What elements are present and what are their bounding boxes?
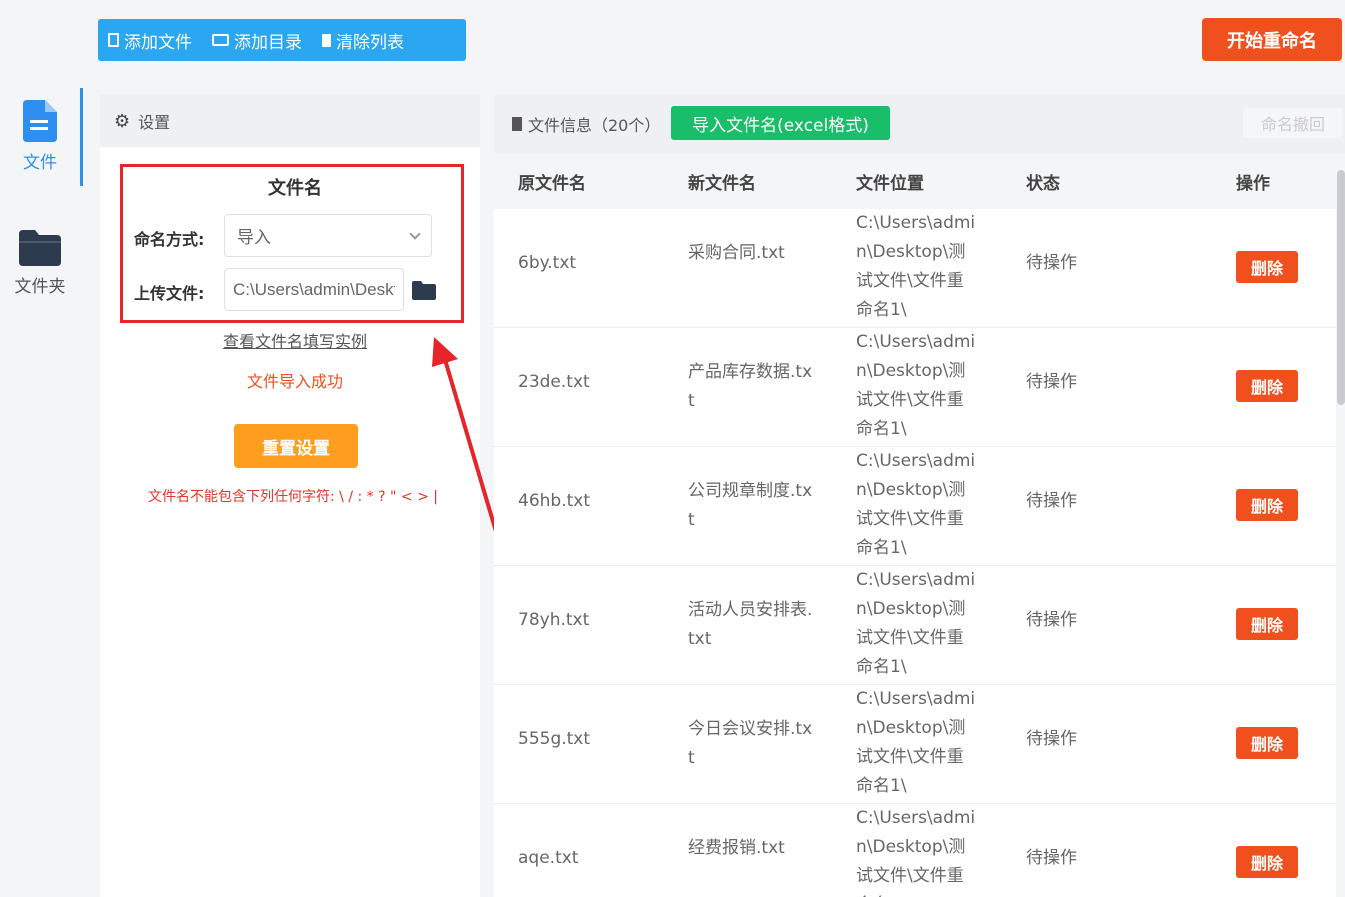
column-header-status: 状态 xyxy=(1026,174,1060,194)
naming-mode-value: 导入 xyxy=(237,228,271,248)
original-filename: 78yh.txt xyxy=(518,610,590,630)
document-icon xyxy=(512,117,522,131)
delete-button[interactable]: 删除 xyxy=(1236,727,1298,759)
file-location: C:\Users\admin\Desktop\测试文件\文件重命名1\ xyxy=(856,332,976,439)
toolbar-button-group: 添加文件 添加目录 清除列表 xyxy=(98,19,466,61)
original-filename: 6by.txt xyxy=(518,253,577,273)
delete-button[interactable]: 删除 xyxy=(1236,489,1298,521)
file-icon xyxy=(108,33,119,47)
file-info-label: 文件信息（20个） xyxy=(512,112,660,136)
table-row: 78yh.txt 活动人员安排表.txt C:\Users\admin\Desk… xyxy=(494,566,1336,685)
settings-header: ⚙ 设置 xyxy=(100,95,480,147)
upload-file-label: 上传文件: xyxy=(134,284,205,303)
example-link[interactable]: 查看文件名填写实例 xyxy=(120,328,470,352)
table-row: 46hb.txt 公司规章制度.txt C:\Users\admin\Deskt… xyxy=(494,447,1336,566)
file-location: C:\Users\admin\Desktop\测试文件\文件重命名1\ xyxy=(856,213,976,320)
delete-button[interactable]: 删除 xyxy=(1236,846,1298,878)
delete-button[interactable]: 删除 xyxy=(1236,608,1298,640)
clear-list-button[interactable]: 清除列表 xyxy=(322,28,404,53)
delete-button[interactable]: 删除 xyxy=(1236,370,1298,402)
start-rename-button[interactable]: 开始重命名 xyxy=(1202,18,1342,61)
folder-icon xyxy=(212,34,229,46)
nav-active-indicator xyxy=(80,88,83,186)
nav-item-files[interactable]: 文件 xyxy=(0,100,80,173)
settings-title: 设置 xyxy=(138,113,171,132)
new-filename: 今日会议安排.txt xyxy=(688,719,813,768)
table-row: 555g.txt 今日会议安排.txt C:\Users\admin\Deskt… xyxy=(494,685,1336,804)
add-file-button[interactable]: 添加文件 xyxy=(108,28,192,53)
file-location: C:\Users\admin\Desktop\测试文件\文件重命名1\ xyxy=(856,808,976,897)
table-scrollbar[interactable] xyxy=(1337,170,1345,405)
chevron-down-icon xyxy=(409,227,421,240)
table-row: aqe.txt 经费报销.txt C:\Users\admin\Desktop\… xyxy=(494,804,1336,897)
nav-item-folders[interactable]: 文件夹 xyxy=(0,228,80,297)
clear-list-label: 清除列表 xyxy=(336,32,404,53)
status-text: 待操作 xyxy=(1026,491,1077,511)
column-header-original: 原文件名 xyxy=(518,174,586,194)
folder-icon xyxy=(19,230,61,266)
status-text: 待操作 xyxy=(1026,253,1077,273)
status-text: 待操作 xyxy=(1026,729,1077,749)
add-file-label: 添加文件 xyxy=(124,32,192,53)
gear-icon: ⚙ xyxy=(114,110,131,132)
naming-mode-label: 命名方式: xyxy=(134,230,205,249)
status-text: 待操作 xyxy=(1026,610,1077,630)
column-header-location: 文件位置 xyxy=(856,174,924,194)
original-filename: 555g.txt xyxy=(518,729,591,749)
reset-settings-button[interactable]: 重置设置 xyxy=(234,424,358,468)
file-table: 原文件名 新文件名 文件位置 状态 操作 6by.txt 采购合同.txt C:… xyxy=(494,153,1336,897)
undo-rename-button[interactable]: 命名撤回 xyxy=(1243,108,1343,138)
file-info-text: 文件信息（20个） xyxy=(528,116,661,135)
table-header: 原文件名 新文件名 文件位置 状态 操作 xyxy=(494,153,1336,209)
column-header-action: 操作 xyxy=(1236,174,1270,194)
original-filename: 23de.txt xyxy=(518,372,590,392)
status-text: 待操作 xyxy=(1026,372,1077,392)
new-filename: 经费报销.txt xyxy=(688,838,785,858)
browse-folder-icon[interactable] xyxy=(412,280,436,300)
status-text: 待操作 xyxy=(1026,848,1077,868)
upload-file-input[interactable] xyxy=(224,268,404,311)
new-filename: 公司规章制度.txt xyxy=(688,481,813,530)
nav-files-label: 文件 xyxy=(23,153,57,173)
table-row: 6by.txt 采购合同.txt C:\Users\admin\Desktop\… xyxy=(494,209,1336,328)
nav-folders-label: 文件夹 xyxy=(14,277,66,297)
new-filename: 活动人员安排表.txt xyxy=(688,600,813,649)
add-directory-label: 添加目录 xyxy=(234,32,302,53)
new-filename: 采购合同.txt xyxy=(688,243,785,263)
import-filenames-button[interactable]: 导入文件名(excel格式) xyxy=(671,106,890,140)
original-filename: aqe.txt xyxy=(518,848,579,868)
new-filename: 产品库存数据.txt xyxy=(688,362,813,411)
trash-icon xyxy=(322,33,331,47)
naming-mode-select[interactable]: 导入 xyxy=(224,214,432,257)
column-header-new: 新文件名 xyxy=(688,174,756,194)
original-filename: 46hb.txt xyxy=(518,491,590,511)
delete-button[interactable]: 删除 xyxy=(1236,251,1298,283)
section-title: 文件名 xyxy=(268,178,322,199)
file-location: C:\Users\admin\Desktop\测试文件\文件重命名1\ xyxy=(856,570,976,677)
file-location: C:\Users\admin\Desktop\测试文件\文件重命名1\ xyxy=(856,689,976,796)
add-directory-button[interactable]: 添加目录 xyxy=(212,28,302,53)
filename-warning: 文件名不能包含下列任何字符: \ / : * ? " < > | xyxy=(148,489,438,505)
document-icon xyxy=(23,100,57,142)
table-row: 23de.txt 产品库存数据.txt C:\Users\admin\Deskt… xyxy=(494,328,1336,447)
import-success-message: 文件导入成功 xyxy=(246,372,343,391)
file-location: C:\Users\admin\Desktop\测试文件\文件重命名1\ xyxy=(856,451,976,558)
